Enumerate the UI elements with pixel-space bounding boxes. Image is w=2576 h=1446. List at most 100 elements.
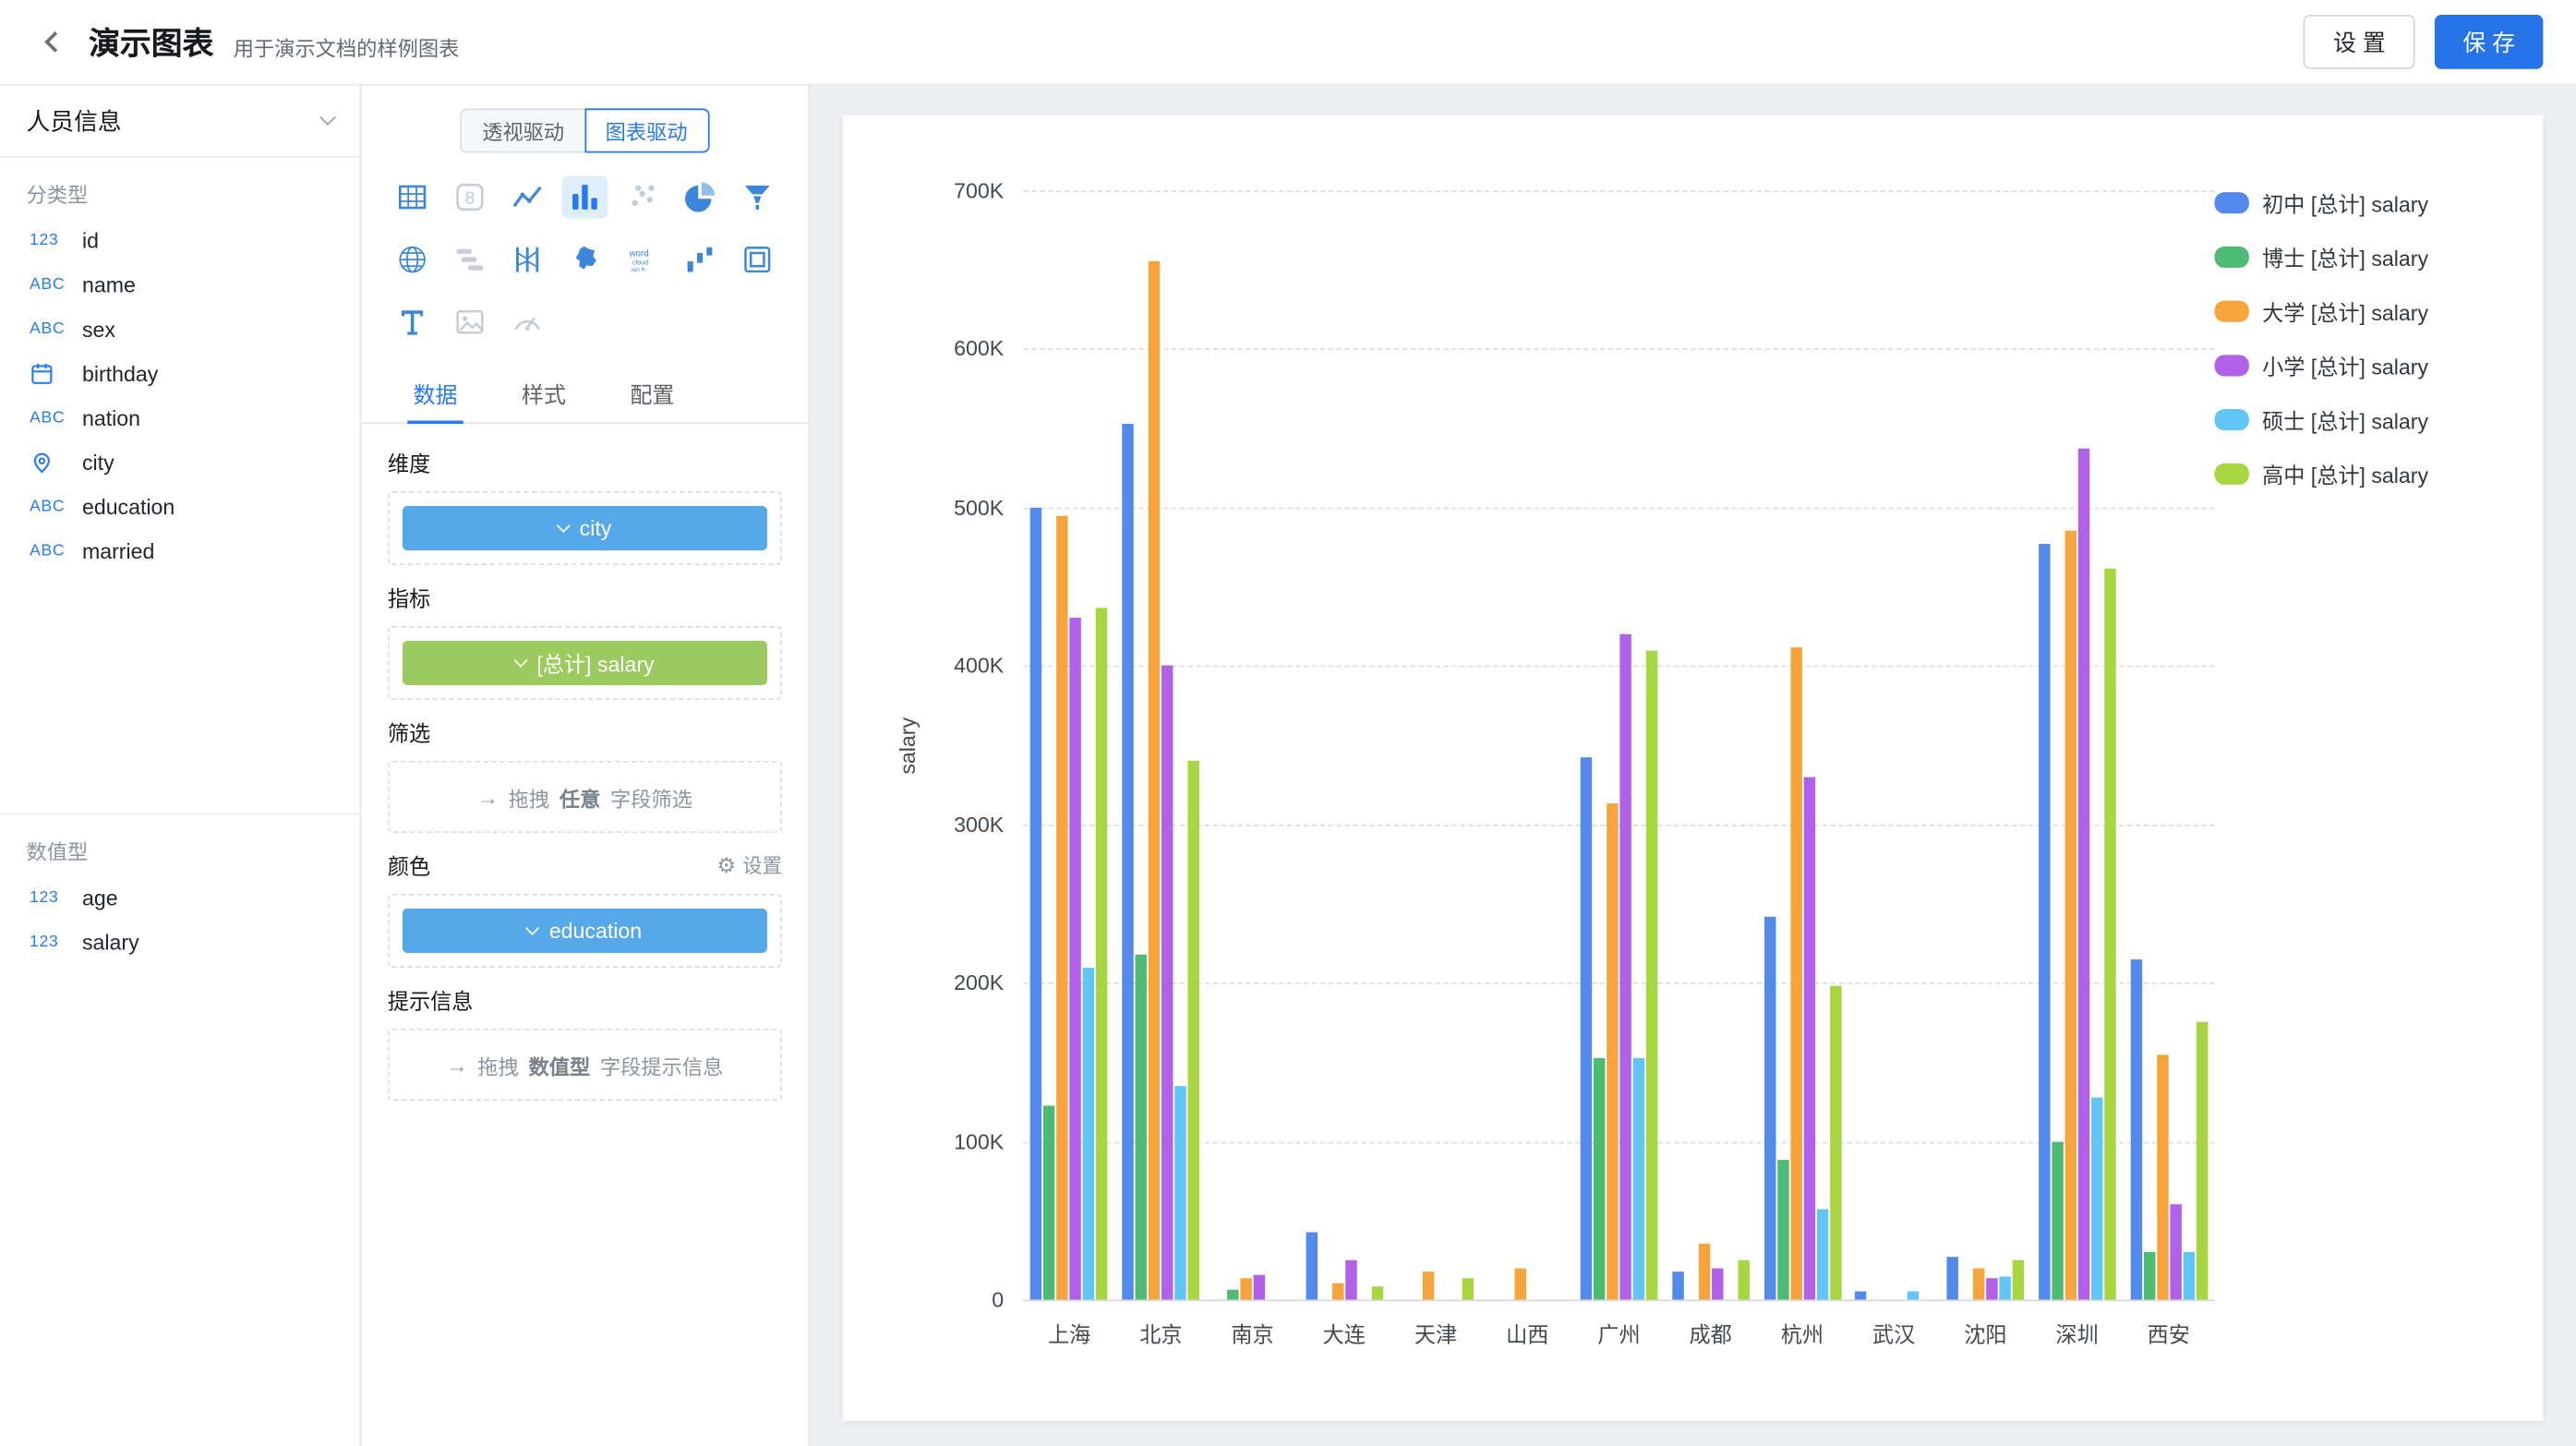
dataset-selector[interactable]: 人员信息 xyxy=(0,86,360,158)
field-name[interactable]: ABCname xyxy=(0,263,360,307)
gauge-icon[interactable] xyxy=(504,301,550,343)
bar[interactable] xyxy=(1240,1279,1251,1299)
bar[interactable] xyxy=(1515,1268,1526,1299)
bar[interactable] xyxy=(1986,1277,1997,1299)
text-icon[interactable] xyxy=(389,301,435,343)
funnel-chart-icon[interactable] xyxy=(735,175,781,218)
metric-pill-salary[interactable]: [总计] salary xyxy=(403,641,767,685)
legend-item[interactable]: 小学 [总计] salary xyxy=(2214,350,2526,381)
bar[interactable] xyxy=(2104,568,2115,1300)
map-icon[interactable] xyxy=(561,238,608,281)
bar[interactable] xyxy=(1123,424,1134,1300)
bar[interactable] xyxy=(1345,1260,1356,1300)
parallel-chart-icon[interactable] xyxy=(504,238,550,281)
bar[interactable] xyxy=(1083,967,1094,1299)
color-settings-button[interactable]: ⚙ 设置 xyxy=(716,851,782,879)
legend-item[interactable]: 博士 [总计] salary xyxy=(2214,242,2526,273)
bar[interactable] xyxy=(1973,1268,1984,1299)
field-education[interactable]: ABCeducation xyxy=(0,485,360,529)
bar[interactable] xyxy=(1227,1290,1238,1299)
bar[interactable] xyxy=(1855,1292,1866,1300)
waterfall-chart-icon[interactable] xyxy=(678,238,724,281)
scatter-plot-icon[interactable] xyxy=(620,175,666,218)
dimension-dropzone[interactable]: city xyxy=(388,491,782,565)
bar[interactable] xyxy=(1136,954,1147,1299)
bar[interactable] xyxy=(1371,1287,1382,1300)
dimension-pill-city[interactable]: city xyxy=(403,506,767,550)
bar[interactable] xyxy=(2064,531,2076,1299)
bar[interactable] xyxy=(1908,1292,1919,1300)
field-city[interactable]: city xyxy=(0,440,360,485)
bar[interactable] xyxy=(1331,1283,1342,1299)
bar[interactable] xyxy=(1790,647,1801,1300)
bar[interactable] xyxy=(1646,650,1657,1299)
bar[interactable] xyxy=(1633,1059,1644,1300)
tab-数据[interactable]: 数据 xyxy=(381,363,489,422)
bar[interactable] xyxy=(2077,449,2088,1299)
number-card-icon[interactable]: 8 xyxy=(446,175,492,218)
color-dropzone[interactable]: education xyxy=(388,894,782,968)
bar[interactable] xyxy=(1044,1106,1055,1299)
legend-item[interactable]: 初中 [总计] salary xyxy=(2214,187,2526,219)
table-complex-icon[interactable] xyxy=(446,238,492,281)
field-birthday[interactable]: birthday xyxy=(0,352,360,396)
bar[interactable] xyxy=(1253,1274,1264,1299)
settings-button[interactable]: 设 置 xyxy=(2304,15,2415,69)
bar[interactable] xyxy=(2052,1141,2063,1300)
legend-item[interactable]: 硕士 [总计] salary xyxy=(2214,404,2526,436)
bar[interactable] xyxy=(2091,1097,2102,1300)
bar[interactable] xyxy=(1829,986,1840,1300)
bar[interactable] xyxy=(1594,1059,1605,1300)
bar[interactable] xyxy=(1776,1160,1788,1299)
bar[interactable] xyxy=(2156,1054,2167,1300)
bar[interactable] xyxy=(2130,959,2141,1300)
image-icon[interactable] xyxy=(446,301,492,343)
bar[interactable] xyxy=(1149,262,1160,1300)
bar[interactable] xyxy=(1712,1268,1723,1299)
bar[interactable] xyxy=(1816,1210,1827,1300)
bar[interactable] xyxy=(1803,777,1814,1299)
bar[interactable] xyxy=(1463,1279,1474,1299)
bar[interactable] xyxy=(2196,1022,2207,1299)
bar[interactable] xyxy=(1763,916,1775,1299)
field-nation[interactable]: ABCnation xyxy=(0,396,360,440)
line-chart-icon[interactable] xyxy=(504,175,550,218)
filter-dropzone[interactable]: → 拖拽任意字段筛选 xyxy=(388,761,782,833)
field-salary[interactable]: 123salary xyxy=(0,920,360,964)
save-button[interactable]: 保 存 xyxy=(2435,15,2543,69)
color-pill-education[interactable]: education xyxy=(403,909,767,953)
bar[interactable] xyxy=(1738,1260,1749,1300)
legend-item[interactable]: 大学 [总计] salary xyxy=(2214,295,2526,327)
bar[interactable] xyxy=(1424,1271,1435,1300)
legend-item[interactable]: 高中 [总计] salary xyxy=(2214,458,2526,489)
mode-option-图表驱动[interactable]: 图表驱动 xyxy=(584,108,709,152)
rich-text-icon[interactable] xyxy=(735,238,781,281)
metric-dropzone[interactable]: [总计] salary xyxy=(388,626,782,700)
bar[interactable] xyxy=(1174,1086,1186,1300)
bar[interactable] xyxy=(1947,1257,1958,1299)
mode-option-透视驱动[interactable]: 透视驱动 xyxy=(461,108,584,152)
back-button[interactable] xyxy=(33,24,69,60)
bar[interactable] xyxy=(1672,1271,1683,1300)
table-icon[interactable] xyxy=(389,175,435,218)
field-sex[interactable]: ABCsex xyxy=(0,307,360,352)
pie-chart-icon[interactable] xyxy=(678,175,724,218)
bar[interactable] xyxy=(1306,1232,1317,1300)
field-age[interactable]: 123age xyxy=(0,875,360,920)
bar[interactable] xyxy=(2013,1260,2024,1300)
bar[interactable] xyxy=(1999,1276,2010,1300)
bar[interactable] xyxy=(1030,508,1041,1300)
bar[interactable] xyxy=(1607,803,1618,1299)
word-cloud-icon[interactable]: wordcloudagis fb xyxy=(620,238,666,281)
bar-chart-icon[interactable] xyxy=(561,175,608,218)
field-id[interactable]: 123id xyxy=(0,219,360,263)
bar[interactable] xyxy=(1188,761,1199,1299)
tab-配置[interactable]: 配置 xyxy=(598,363,706,422)
bar[interactable] xyxy=(2143,1252,2154,1299)
bar[interactable] xyxy=(1096,608,1107,1300)
bar[interactable] xyxy=(1070,619,1081,1300)
bar[interactable] xyxy=(2039,544,2050,1299)
bar[interactable] xyxy=(1057,515,1068,1299)
radar-chart-icon[interactable] xyxy=(389,238,435,281)
bar[interactable] xyxy=(2183,1252,2194,1299)
